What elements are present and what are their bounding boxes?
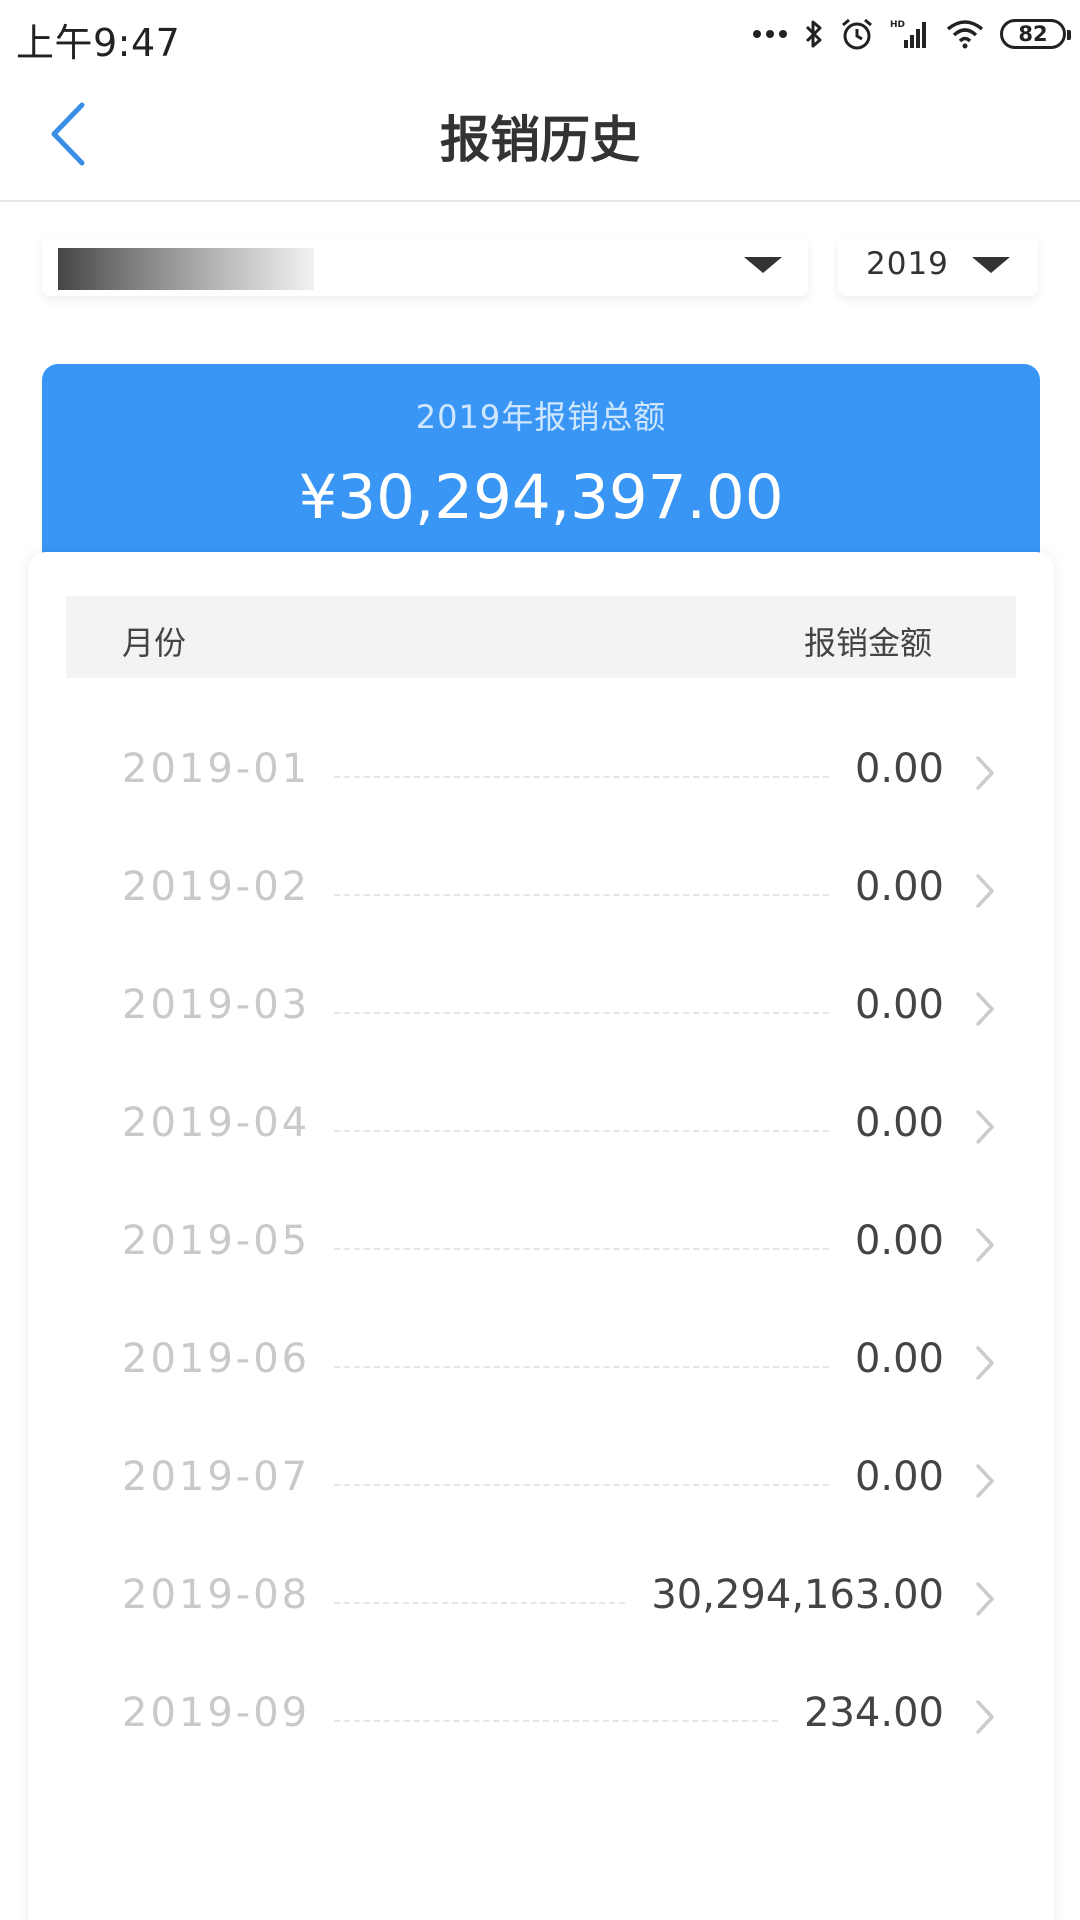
history-list: 2019-01 0.00 2019-02 0.00 2019-03 0.00 2019-04…	[28, 712, 1054, 1774]
row-month: 2019-04	[122, 1100, 311, 1146]
more-dots-icon	[752, 29, 788, 39]
summary-card: 2019年报销总额 ¥30,294,397.00	[42, 364, 1040, 574]
column-header-amount: 报销金额	[803, 624, 932, 662]
chevron-right-icon	[974, 1698, 996, 1740]
account-name-redacted	[58, 248, 314, 290]
list-item[interactable]: 2019-08 30,294,163.00	[28, 1538, 1054, 1656]
list-item[interactable]: 2019-04 0.00	[28, 1066, 1054, 1184]
row-month: 2019-09	[122, 1690, 311, 1736]
chevron-right-icon	[974, 1462, 996, 1504]
list-item[interactable]: 2019-06 0.00	[28, 1302, 1054, 1420]
chevron-right-icon	[974, 872, 996, 914]
row-amount: 0.00	[854, 1100, 944, 1146]
row-leader-line	[334, 1484, 829, 1486]
row-month: 2019-02	[122, 864, 311, 910]
row-amount: 0.00	[854, 1336, 944, 1382]
list-item[interactable]: 2019-05 0.00	[28, 1184, 1054, 1302]
wifi-icon	[946, 19, 984, 49]
chevron-right-icon	[974, 1108, 996, 1150]
row-month: 2019-06	[122, 1336, 311, 1382]
battery-level: 82	[1018, 22, 1048, 46]
row-month: 2019-03	[122, 982, 311, 1028]
chevron-right-icon	[974, 754, 996, 796]
row-amount: 0.00	[854, 1218, 944, 1264]
dropdown-caret-icon	[972, 257, 1010, 273]
row-amount: 0.00	[854, 1454, 944, 1500]
battery-icon: 82	[1000, 19, 1071, 49]
row-month: 2019-07	[122, 1454, 311, 1500]
history-list-card: 月份 报销金额 2019-01 0.00 2019-02 0.00 2019-03 0.0…	[28, 552, 1054, 1920]
row-amount: 30,294,163.00	[651, 1572, 944, 1618]
row-leader-line	[334, 1366, 829, 1368]
list-item[interactable]: 2019-01 0.00	[28, 712, 1054, 830]
list-item[interactable]: 2019-07 0.00	[28, 1420, 1054, 1538]
table-header: 月份 报销金额	[66, 596, 1016, 678]
app-screen: 上午9:47 HD 82 报销历史 2019 2019年报销总额 ¥30,294…	[0, 0, 1080, 1920]
status-icons: HD 82	[752, 14, 1071, 54]
bluetooth-icon	[804, 18, 824, 50]
summary-amount: ¥30,294,397.00	[298, 462, 784, 533]
chevron-right-icon	[974, 1226, 996, 1268]
signal-icon: HD	[890, 18, 930, 50]
row-leader-line	[334, 1130, 829, 1132]
row-leader-line	[334, 1602, 626, 1604]
row-leader-line	[334, 776, 829, 778]
row-leader-line	[334, 1012, 829, 1014]
year-select-value: 2019	[866, 246, 949, 282]
year-select[interactable]: 2019	[838, 236, 1038, 296]
summary-label: 2019年报销总额	[415, 398, 667, 436]
chevron-right-icon	[974, 990, 996, 1032]
row-amount: 0.00	[854, 864, 944, 910]
status-bar: 上午9:47 HD 82	[0, 0, 1080, 70]
status-time: 上午9:47	[16, 21, 181, 65]
list-item[interactable]: 2019-09 234.00	[28, 1656, 1054, 1774]
account-select[interactable]	[42, 236, 808, 296]
row-month: 2019-08	[122, 1572, 311, 1618]
chevron-right-icon	[974, 1344, 996, 1386]
row-month: 2019-05	[122, 1218, 311, 1264]
alarm-icon	[840, 17, 874, 51]
chevron-right-icon	[974, 1580, 996, 1622]
row-month: 2019-01	[122, 746, 311, 792]
dropdown-caret-icon	[744, 257, 782, 273]
row-amount: 0.00	[854, 982, 944, 1028]
navigation-bar: 报销历史	[0, 70, 1080, 202]
row-amount: 0.00	[854, 746, 944, 792]
list-item[interactable]: 2019-02 0.00	[28, 830, 1054, 948]
list-item[interactable]: 2019-03 0.00	[28, 948, 1054, 1066]
row-amount: 234.00	[804, 1690, 944, 1736]
row-leader-line	[334, 894, 829, 896]
page-title: 报销历史	[440, 111, 640, 169]
svg-text:HD: HD	[890, 20, 905, 30]
row-leader-line	[334, 1248, 829, 1250]
row-leader-line	[334, 1720, 779, 1722]
column-header-month: 月份	[122, 624, 187, 662]
